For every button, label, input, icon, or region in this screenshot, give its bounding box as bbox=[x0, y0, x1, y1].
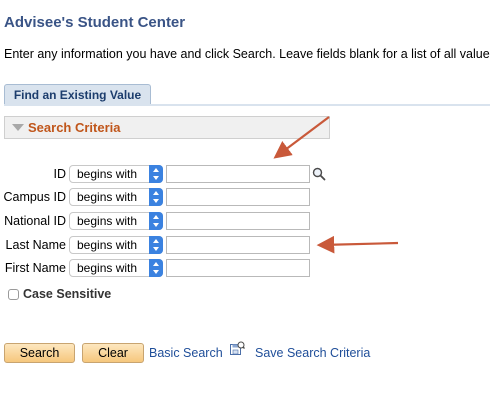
operator-select-campus-id[interactable]: begins with bbox=[69, 188, 163, 206]
save-search-criteria-link[interactable]: Save Search Criteria bbox=[255, 346, 370, 360]
basic-search-link[interactable]: Basic Search bbox=[149, 346, 223, 360]
collapse-triangle-icon[interactable] bbox=[12, 124, 24, 131]
national-id-input[interactable] bbox=[166, 212, 310, 230]
id-input[interactable] bbox=[166, 165, 310, 183]
field-row-campus-id: Campus ID begins with bbox=[0, 188, 340, 207]
first-name-input[interactable] bbox=[166, 259, 310, 277]
tab-find-existing-value[interactable]: Find an Existing Value bbox=[4, 84, 151, 104]
case-sensitive-row[interactable]: Case Sensitive bbox=[8, 287, 111, 301]
operator-select-id[interactable]: begins with bbox=[69, 165, 163, 183]
instructions-text: Enter any information you have and click… bbox=[4, 47, 490, 61]
search-criteria-label: Search Criteria bbox=[28, 120, 121, 135]
field-row-id: ID begins with bbox=[0, 165, 340, 184]
last-name-input[interactable] bbox=[166, 236, 310, 254]
operator-select-first-name[interactable]: begins with bbox=[69, 259, 163, 277]
select-stepper-icon[interactable] bbox=[149, 188, 163, 206]
search-button[interactable]: Search bbox=[4, 343, 75, 363]
save-search-icon[interactable] bbox=[229, 341, 245, 357]
field-label-campus-id: Campus ID bbox=[3, 190, 66, 204]
field-label-first-name: First Name bbox=[4, 261, 66, 275]
operator-value: begins with bbox=[77, 238, 138, 252]
campus-id-input[interactable] bbox=[166, 188, 310, 206]
page-title: Advisee's Student Center bbox=[4, 14, 186, 31]
tab-baseline bbox=[4, 104, 490, 106]
search-criteria-header[interactable]: Search Criteria bbox=[4, 116, 330, 139]
field-label-national-id: National ID bbox=[4, 214, 66, 228]
select-stepper-icon[interactable] bbox=[149, 165, 163, 183]
operator-select-last-name[interactable]: begins with bbox=[69, 236, 163, 254]
case-sensitive-label: Case Sensitive bbox=[23, 287, 112, 301]
field-row-last-name: Last Name begins with bbox=[0, 236, 340, 255]
field-row-first-name: First Name begins with bbox=[0, 259, 340, 278]
clear-button[interactable]: Clear bbox=[82, 343, 144, 363]
select-stepper-icon[interactable] bbox=[149, 236, 163, 254]
magnifier-icon[interactable] bbox=[312, 167, 326, 181]
case-sensitive-checkbox[interactable] bbox=[8, 288, 19, 300]
field-row-national-id: National ID begins with bbox=[0, 212, 340, 231]
operator-select-national-id[interactable]: begins with bbox=[69, 212, 163, 230]
operator-value: begins with bbox=[77, 214, 138, 228]
operator-value: begins with bbox=[77, 261, 138, 275]
operator-value: begins with bbox=[77, 190, 138, 204]
tab-strip: Find an Existing Value bbox=[4, 84, 490, 106]
operator-value: begins with bbox=[77, 167, 138, 181]
field-label-id: ID bbox=[53, 167, 67, 181]
select-stepper-icon[interactable] bbox=[149, 259, 163, 277]
select-stepper-icon[interactable] bbox=[149, 212, 163, 230]
field-label-last-name: Last Name bbox=[5, 238, 66, 252]
